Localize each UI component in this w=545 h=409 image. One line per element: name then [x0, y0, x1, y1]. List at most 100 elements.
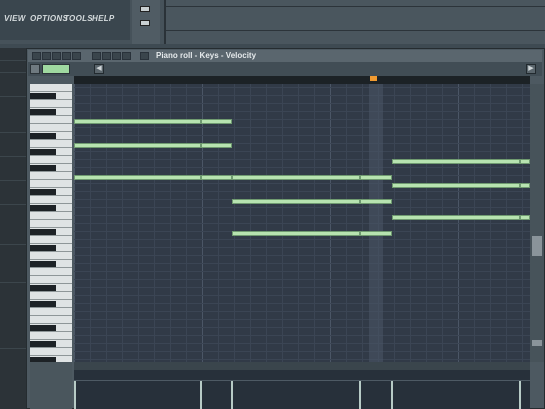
white-key[interactable] — [30, 251, 72, 252]
menu-arrow-icon[interactable] — [140, 52, 149, 60]
white-key[interactable] — [30, 139, 72, 140]
master-volume-knob[interactable] — [140, 6, 150, 12]
white-key[interactable] — [30, 291, 72, 292]
mute-icon[interactable] — [72, 52, 81, 60]
white-key[interactable] — [30, 299, 72, 300]
white-key[interactable] — [30, 323, 72, 324]
pencil-icon[interactable] — [42, 52, 51, 60]
playback-icon[interactable] — [122, 52, 131, 60]
white-key[interactable] — [30, 107, 72, 108]
white-key[interactable] — [30, 235, 72, 236]
white-key[interactable] — [30, 339, 72, 340]
white-key[interactable] — [30, 211, 72, 212]
note[interactable] — [232, 199, 360, 204]
black-key[interactable] — [30, 285, 56, 291]
piano-keyboard[interactable] — [30, 84, 72, 362]
menu-tools[interactable]: TOOLS — [64, 14, 93, 23]
delete-icon[interactable] — [62, 52, 71, 60]
note[interactable] — [520, 159, 530, 164]
white-key[interactable] — [30, 307, 72, 308]
white-key[interactable] — [30, 315, 72, 316]
white-key[interactable] — [30, 219, 72, 220]
velocity-event-editor[interactable] — [74, 370, 530, 409]
scroll-right-button[interactable]: ▶ — [526, 64, 536, 74]
white-key[interactable] — [30, 147, 72, 148]
white-key[interactable] — [30, 227, 72, 228]
zoom-icon[interactable] — [112, 52, 121, 60]
white-key[interactable] — [30, 123, 72, 124]
white-key[interactable] — [30, 91, 72, 92]
white-key[interactable] — [30, 115, 72, 116]
velocity-bar[interactable] — [359, 381, 361, 409]
note[interactable] — [360, 199, 392, 204]
brush-icon[interactable] — [52, 52, 61, 60]
note[interactable] — [392, 215, 520, 220]
black-key[interactable] — [30, 189, 56, 195]
note[interactable] — [232, 175, 360, 180]
note[interactable] — [74, 143, 201, 148]
note[interactable] — [232, 231, 360, 236]
note[interactable] — [360, 231, 392, 236]
note[interactable] — [392, 183, 520, 188]
vertical-scroll-thumb[interactable] — [532, 236, 542, 256]
horizontal-scrollbar[interactable] — [74, 362, 530, 370]
slice-icon[interactable] — [92, 52, 101, 60]
note[interactable] — [520, 183, 530, 188]
white-key[interactable] — [30, 275, 72, 276]
timeline-ruler[interactable] — [74, 76, 530, 84]
note[interactable] — [201, 119, 232, 124]
piano-roll-titlebar[interactable]: Piano roll - Keys - Velocity — [28, 50, 542, 62]
white-key[interactable] — [30, 195, 72, 196]
velocity-bar[interactable] — [231, 381, 233, 409]
black-key[interactable] — [30, 149, 56, 155]
white-key[interactable] — [30, 355, 72, 356]
black-key[interactable] — [30, 261, 56, 267]
white-key[interactable] — [30, 99, 72, 100]
black-key[interactable] — [30, 109, 56, 115]
browser-panel[interactable] — [0, 48, 26, 409]
black-key[interactable] — [30, 341, 56, 347]
snap-selector[interactable] — [42, 64, 70, 74]
menu-view[interactable]: VIEW — [4, 14, 26, 23]
black-key[interactable] — [30, 325, 56, 331]
white-key[interactable] — [30, 267, 72, 268]
note[interactable] — [360, 175, 392, 180]
velocity-bar[interactable] — [200, 381, 202, 409]
pointer-icon[interactable] — [32, 52, 41, 60]
vertical-scrollbar[interactable] — [530, 84, 544, 362]
note[interactable] — [74, 175, 201, 180]
white-key[interactable] — [30, 187, 72, 188]
note-grid[interactable] — [74, 84, 530, 362]
velocity-bar[interactable] — [519, 381, 521, 409]
select-icon[interactable] — [102, 52, 111, 60]
velocity-bar[interactable] — [74, 381, 76, 409]
note[interactable] — [392, 159, 520, 164]
menu-help[interactable]: HELP — [92, 14, 115, 23]
white-key[interactable] — [30, 331, 72, 332]
song-position-marker[interactable] — [370, 76, 377, 81]
black-key[interactable] — [30, 205, 56, 211]
snap-icon[interactable] — [30, 64, 40, 74]
white-key[interactable] — [30, 131, 72, 132]
black-key[interactable] — [30, 301, 56, 307]
white-key[interactable] — [30, 259, 72, 260]
black-key[interactable] — [30, 229, 56, 235]
note[interactable] — [201, 175, 232, 180]
white-key[interactable] — [30, 347, 72, 348]
white-key[interactable] — [30, 179, 72, 180]
note[interactable] — [520, 215, 530, 220]
white-key[interactable] — [30, 155, 72, 156]
white-key[interactable] — [30, 243, 72, 244]
event-target-selector[interactable] — [30, 362, 72, 409]
note[interactable] — [74, 119, 201, 124]
black-key[interactable] — [30, 165, 56, 171]
black-key[interactable] — [30, 93, 56, 99]
master-pitch-knob[interactable] — [140, 20, 150, 26]
white-key[interactable] — [30, 283, 72, 284]
black-key[interactable] — [30, 133, 56, 139]
scroll-left-button[interactable]: ◀ — [94, 64, 104, 74]
white-key[interactable] — [30, 163, 72, 164]
zoom-handle[interactable] — [532, 340, 542, 346]
velocity-bar[interactable] — [391, 381, 393, 409]
white-key[interactable] — [30, 203, 72, 204]
